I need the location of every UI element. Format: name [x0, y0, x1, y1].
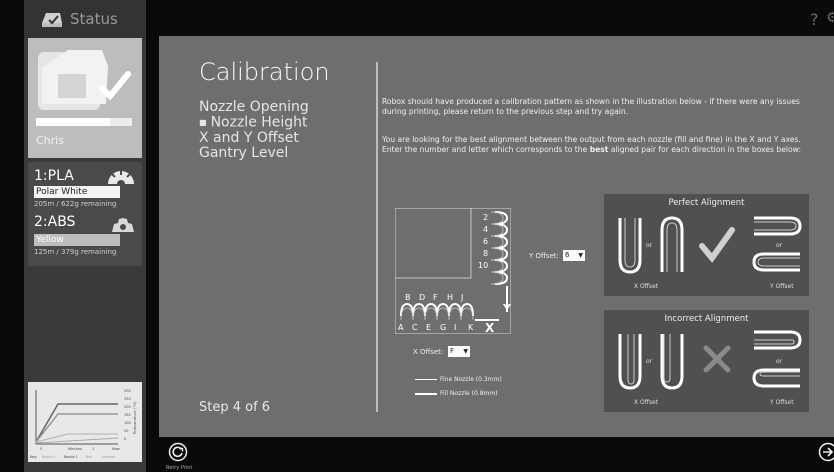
- calibration-pattern: 2 4 6 8 10 1 3 5 7 9 11 B D F H J A C E …: [395, 208, 511, 334]
- temperature-graph-plot: 300 250 200 150 100 50 0 Temperature (°C…: [28, 382, 142, 462]
- legend-key: Key:: [30, 455, 37, 459]
- settings-icon[interactable]: ⚙: [826, 10, 834, 26]
- calibration-panel: Calibration Nozzle Opening Nozzle Height…: [159, 36, 834, 437]
- status-sidebar: Status Chris 1:PLA Polar White 205m / 62…: [24, 0, 146, 472]
- print-progress-bar: [36, 118, 132, 126]
- y-offset-select[interactable]: 6 ▼: [563, 250, 585, 261]
- instructions-paragraph-1: Robox should have produced a calibration…: [382, 97, 800, 116]
- x-tick: 1: [92, 447, 94, 451]
- x-pattern-letter: E: [426, 323, 431, 332]
- y-tick: 50: [124, 429, 128, 433]
- fine-nozzle-label: Fine Nozzle (0.3mm): [440, 376, 502, 383]
- y-pattern-number: 10: [478, 261, 488, 270]
- instructions-text: aligned pair for each direction in the b…: [608, 145, 802, 154]
- or-label: or: [646, 242, 653, 249]
- y-tick: 100: [124, 421, 131, 425]
- material-2-remaining: 125m / 379g remaining: [34, 248, 117, 256]
- x-offset-label: X Offset:: [413, 348, 444, 356]
- help-icon[interactable]: ?: [810, 10, 819, 29]
- app-root: Status Chris 1:PLA Polar White 205m / 62…: [0, 0, 834, 472]
- material-1-color: Polar White: [34, 186, 120, 198]
- reel-icon: [108, 171, 134, 186]
- x-pattern-letter: J: [460, 293, 463, 302]
- or-label: or: [646, 358, 653, 365]
- x-pattern-letter: C: [412, 323, 418, 332]
- temperature-graph: 300 250 200 150 100 50 0 Temperature (°C…: [28, 382, 142, 462]
- x-pattern-letter: H: [447, 293, 453, 302]
- y-pattern-number: 2: [483, 213, 488, 222]
- step-xy-offset[interactable]: X and Y Offset: [199, 130, 309, 146]
- fine-nozzle-swatch: [415, 379, 437, 380]
- x-pattern-letter: F: [433, 293, 438, 302]
- y-axis-mark: Y: [502, 302, 511, 315]
- y-tick: 0: [124, 437, 126, 441]
- y-pattern-number: 8: [483, 249, 488, 258]
- x-pattern-letter: G: [440, 323, 446, 332]
- y-pattern-number: 6: [483, 237, 488, 246]
- y-tick: 300: [124, 389, 131, 393]
- x-pattern-letter: I: [454, 323, 456, 332]
- x-axis-mark: X: [485, 321, 495, 334]
- x-offset-caption: X Offset: [634, 399, 659, 406]
- y-tick: 200: [124, 405, 131, 409]
- y-pattern-number: 4: [483, 225, 488, 234]
- gear-icon: [112, 218, 134, 232]
- calibration-steps: Nozzle Opening Nozzle Height X and Y Off…: [199, 100, 309, 161]
- next-button[interactable]: [818, 442, 834, 466]
- x-pattern-letter: B: [405, 293, 411, 302]
- printer-status-icon: [42, 13, 62, 27]
- y-offset-caption: Y Offset: [770, 399, 794, 406]
- chevron-down-icon: ▼: [463, 348, 468, 355]
- print-progress-fill: [36, 118, 110, 126]
- retry-print-label: Retry Print: [166, 465, 193, 471]
- retry-icon: [168, 442, 188, 462]
- retry-print-button[interactable]: Retry Print: [166, 442, 192, 471]
- or-label: or: [776, 358, 783, 365]
- fill-nozzle-label: Fill Nozzle (0.8mm): [440, 390, 498, 397]
- y-tick: 250: [124, 397, 131, 401]
- page-title: Calibration: [199, 58, 330, 86]
- step-gantry-level[interactable]: Gantry Level: [199, 145, 309, 161]
- printer-card[interactable]: Chris: [28, 38, 142, 158]
- instructions-emphasis: best: [589, 145, 609, 154]
- x-tick: Now: [112, 447, 120, 451]
- status-header[interactable]: Status: [24, 0, 146, 38]
- y-offset-value: 6: [565, 251, 570, 259]
- perfect-alignment-box: Perfect Alignment or or X Offset Y Offse…: [604, 194, 809, 296]
- materials-card[interactable]: 1:PLA Polar White 205m / 622g remaining …: [28, 162, 142, 266]
- legend-item: Nozzle 1: [42, 455, 56, 459]
- material-2-title: 2:ABS: [34, 214, 76, 230]
- or-label: or: [776, 242, 783, 249]
- x-tick: 5: [40, 447, 42, 451]
- x-tick: Minutes: [68, 447, 82, 451]
- x-offset-select[interactable]: F ▼: [448, 346, 470, 357]
- incorrect-alignment-box: Incorrect Alignment or or X Offset Y Off…: [604, 310, 809, 412]
- instructions-paragraph-2: You are looking for the best alignment b…: [382, 135, 822, 155]
- y-axis-label: Temperature (°C): [132, 401, 137, 435]
- printer-name: Chris: [36, 134, 64, 147]
- x-pattern-letter: K: [468, 323, 474, 332]
- material-1-remaining: 205m / 622g remaining: [34, 200, 117, 208]
- fill-nozzle-swatch: [415, 393, 437, 395]
- step-nozzle-height[interactable]: Nozzle Height: [199, 115, 309, 131]
- legend-item: Bed: [86, 455, 92, 459]
- y-offset-label: Y Offset:: [529, 252, 559, 260]
- y-offset-caption: Y Offset: [770, 283, 794, 290]
- step-counter: Step 4 of 6: [199, 400, 271, 415]
- printer-icon: [38, 50, 131, 110]
- x-offset-value: F: [450, 347, 455, 355]
- chevron-down-icon: ▼: [578, 252, 583, 259]
- step-nozzle-opening[interactable]: Nozzle Opening: [199, 100, 309, 115]
- material-2-color: Yellow: [34, 234, 120, 246]
- x-pattern-letter: A: [398, 323, 404, 332]
- next-arrow-icon: [818, 442, 834, 462]
- status-label: Status: [70, 10, 118, 28]
- x-pattern-letter: D: [419, 293, 425, 302]
- panel-divider: [376, 62, 378, 412]
- y-tick: 150: [124, 413, 131, 417]
- legend-item: Ambient: [102, 455, 116, 459]
- x-offset-caption: X Offset: [634, 283, 659, 290]
- legend-item: Nozzle 2: [64, 455, 78, 459]
- material-1-title: 1:PLA: [34, 168, 74, 184]
